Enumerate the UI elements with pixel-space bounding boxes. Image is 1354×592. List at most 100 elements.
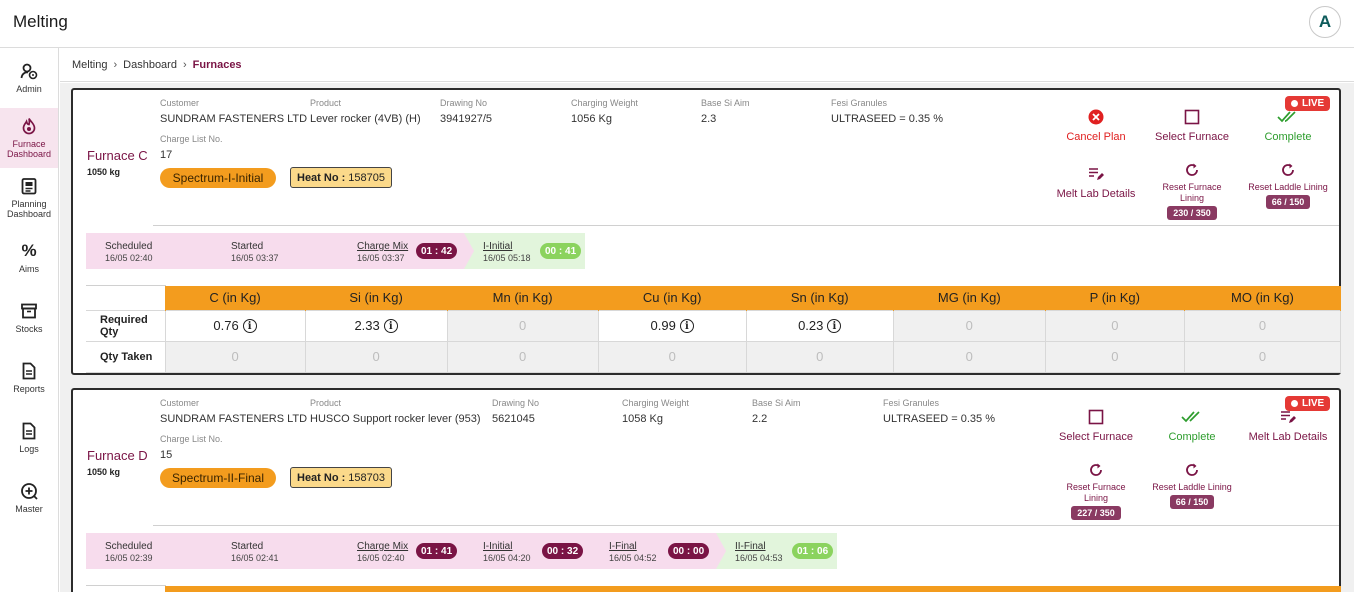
melt-lab-details-label: Melt Lab Details bbox=[1056, 188, 1136, 200]
fesi-granules-label: Fesi Granules bbox=[883, 398, 940, 408]
table-cell: 0 bbox=[304, 340, 448, 373]
melt-lab-details-label: Melt Lab Details bbox=[1248, 431, 1328, 443]
live-dot-icon bbox=[1291, 400, 1298, 407]
logs-icon bbox=[20, 422, 38, 440]
chevron-right-icon: › bbox=[113, 58, 118, 71]
fesi-granules-value: ULTRASEED = 0.35 % bbox=[883, 413, 995, 425]
stage-time: 16/05 02:40 bbox=[357, 553, 405, 563]
cell-value: 2.33 bbox=[354, 317, 380, 333]
master-icon bbox=[20, 482, 38, 500]
table-cell: 0 bbox=[892, 340, 1046, 373]
info-icon[interactable]: i bbox=[242, 319, 257, 334]
stage-charge-mix[interactable]: Charge Mix 16/05 03:37 01 : 42 bbox=[338, 233, 475, 269]
double-check-icon bbox=[1277, 107, 1299, 127]
cancel-plan-button[interactable]: Cancel Plan bbox=[1056, 107, 1136, 143]
charging-weight-value: 1058 Kg bbox=[622, 413, 663, 425]
divider bbox=[86, 585, 166, 586]
heat-no-value: 158703 bbox=[348, 471, 385, 484]
sidebar-item-logs[interactable]: Logs bbox=[0, 408, 58, 468]
avatar[interactable]: A bbox=[1309, 6, 1341, 38]
checkbox-icon bbox=[1088, 407, 1104, 427]
table-cell: 0.99 i bbox=[597, 309, 747, 342]
main-content: Furnace C 1050 kg Customer SUNDRAM FASTE… bbox=[60, 83, 1354, 592]
sidebar-item-label: Furnace Dashboard bbox=[6, 139, 52, 159]
charging-weight-value: 1056 Kg bbox=[571, 113, 612, 125]
chevron-right-icon: › bbox=[182, 58, 187, 71]
charge-list-value: 15 bbox=[160, 449, 173, 461]
stage-name[interactable]: I-Initial bbox=[483, 241, 512, 252]
stage-name: Started bbox=[231, 541, 264, 552]
sidebar-item-label: Reports bbox=[13, 384, 45, 394]
stage-charge-mix[interactable]: Charge Mix 16/05 02:40 01 : 41 bbox=[338, 533, 475, 569]
sidebar-item-planning-dashboard[interactable]: Planning Dashboard bbox=[0, 168, 58, 228]
breadcrumb-furnaces: Furnaces bbox=[192, 58, 242, 71]
complete-button[interactable]: Complete bbox=[1152, 407, 1232, 443]
select-furnace-label: Select Furnace bbox=[1155, 131, 1229, 143]
cancel-plan-label: Cancel Plan bbox=[1066, 131, 1126, 143]
stage-name: Started bbox=[231, 241, 264, 252]
complete-label: Complete bbox=[1168, 431, 1216, 443]
cell-value: 0.99 bbox=[650, 317, 676, 333]
breadcrumb-dashboard[interactable]: Dashboard bbox=[123, 59, 177, 71]
refresh-icon bbox=[1088, 460, 1104, 480]
drawing-no-value: 5621045 bbox=[492, 413, 535, 425]
stage-name[interactable]: I-Final bbox=[609, 541, 637, 552]
reset-furnace-lining-button[interactable]: Reset Furnace Lining 230 / 350 bbox=[1152, 160, 1232, 220]
fesi-granules-value: ULTRASEED = 0.35 % bbox=[831, 113, 943, 125]
sidebar-item-stocks[interactable]: Stocks bbox=[0, 288, 58, 348]
furnace-card: Furnace D 1050 kg Customer SUNDRAM FASTE… bbox=[71, 388, 1341, 592]
heat-no-badge: Heat No : 158705 bbox=[290, 167, 392, 188]
stage-name[interactable]: Charge Mix bbox=[357, 241, 408, 252]
product-label: Product bbox=[310, 98, 342, 108]
row-label: Qty Taken bbox=[86, 340, 166, 373]
melt-lab-details-button[interactable]: Melt Lab Details bbox=[1051, 164, 1141, 200]
select-furnace-button[interactable]: Select Furnace bbox=[1051, 407, 1141, 443]
select-furnace-button[interactable]: Select Furnace bbox=[1147, 107, 1237, 143]
sidebar-item-label: Logs bbox=[19, 444, 39, 454]
column-header: Si (in Kg) bbox=[305, 286, 448, 310]
stage-name[interactable]: I-Initial bbox=[483, 541, 512, 552]
table-header-strip bbox=[165, 586, 1341, 592]
stage-timer: 01 : 41 bbox=[416, 543, 457, 559]
furnace-lining-counter: 230 / 350 bbox=[1167, 206, 1217, 220]
sidebar-item-aims[interactable]: % Aims bbox=[0, 228, 58, 288]
base-si-aim-label: Base Si Aim bbox=[752, 398, 801, 408]
product-label: Product bbox=[310, 398, 342, 408]
top-app-bar: Melting A bbox=[0, 0, 1354, 48]
table-cell: 0.76 i bbox=[164, 309, 306, 342]
stage-ii-final[interactable]: II-Final 16/05 04:53 01 : 06 bbox=[716, 533, 837, 569]
sidebar-item-master[interactable]: Master bbox=[0, 468, 58, 528]
sidebar-item-label: Master bbox=[15, 504, 43, 514]
breadcrumb-melting[interactable]: Melting bbox=[72, 59, 107, 71]
column-header: Cu (in Kg) bbox=[598, 286, 747, 310]
furnace-capacity: 1050 kg bbox=[87, 467, 121, 477]
sidebar-item-admin[interactable]: Admin bbox=[0, 48, 58, 108]
stage-name[interactable]: Charge Mix bbox=[357, 541, 408, 552]
reset-laddle-lining-label: Reset Laddle Lining bbox=[1248, 182, 1328, 192]
reset-laddle-lining-label: Reset Laddle Lining bbox=[1152, 482, 1232, 492]
stage-i-initial[interactable]: I-Initial 16/05 04:20 00 : 32 bbox=[464, 533, 601, 569]
info-icon[interactable]: i bbox=[679, 319, 694, 334]
table-cell: 0 bbox=[446, 340, 599, 373]
complete-button[interactable]: Complete bbox=[1248, 107, 1328, 143]
furnace-card: Furnace C 1050 kg Customer SUNDRAM FASTE… bbox=[71, 88, 1342, 375]
charge-list-label: Charge List No. bbox=[160, 134, 223, 144]
stage-time: 16/05 02:40 bbox=[105, 253, 153, 263]
stage-i-initial[interactable]: I-Initial 16/05 05:18 00 : 41 bbox=[464, 233, 585, 269]
stage-name[interactable]: II-Final bbox=[735, 541, 766, 552]
sidebar-item-furnace-dashboard[interactable]: Furnace Dashboard bbox=[0, 108, 58, 168]
table-cell: 0 bbox=[446, 309, 599, 342]
table-cell: 0 bbox=[597, 340, 747, 373]
stage-i-final[interactable]: I-Final 16/05 04:52 00 : 00 bbox=[590, 533, 727, 569]
sidebar-item-reports[interactable]: Reports bbox=[0, 348, 58, 408]
info-icon[interactable]: i bbox=[827, 319, 842, 334]
furnace-lining-counter: 227 / 350 bbox=[1071, 506, 1121, 520]
info-icon[interactable]: i bbox=[383, 319, 398, 334]
customer-value: SUNDRAM FASTENERS LTD bbox=[160, 413, 308, 425]
reset-laddle-lining-button[interactable]: Reset Laddle Lining 66 / 150 bbox=[1248, 160, 1328, 209]
table-cell: 0 bbox=[1044, 340, 1185, 373]
live-dot-icon bbox=[1291, 100, 1298, 107]
reset-furnace-lining-button[interactable]: Reset Furnace Lining 227 / 350 bbox=[1056, 460, 1136, 520]
melt-lab-details-button[interactable]: Melt Lab Details bbox=[1243, 407, 1333, 443]
reset-laddle-lining-button[interactable]: Reset Laddle Lining 66 / 150 bbox=[1152, 460, 1232, 509]
